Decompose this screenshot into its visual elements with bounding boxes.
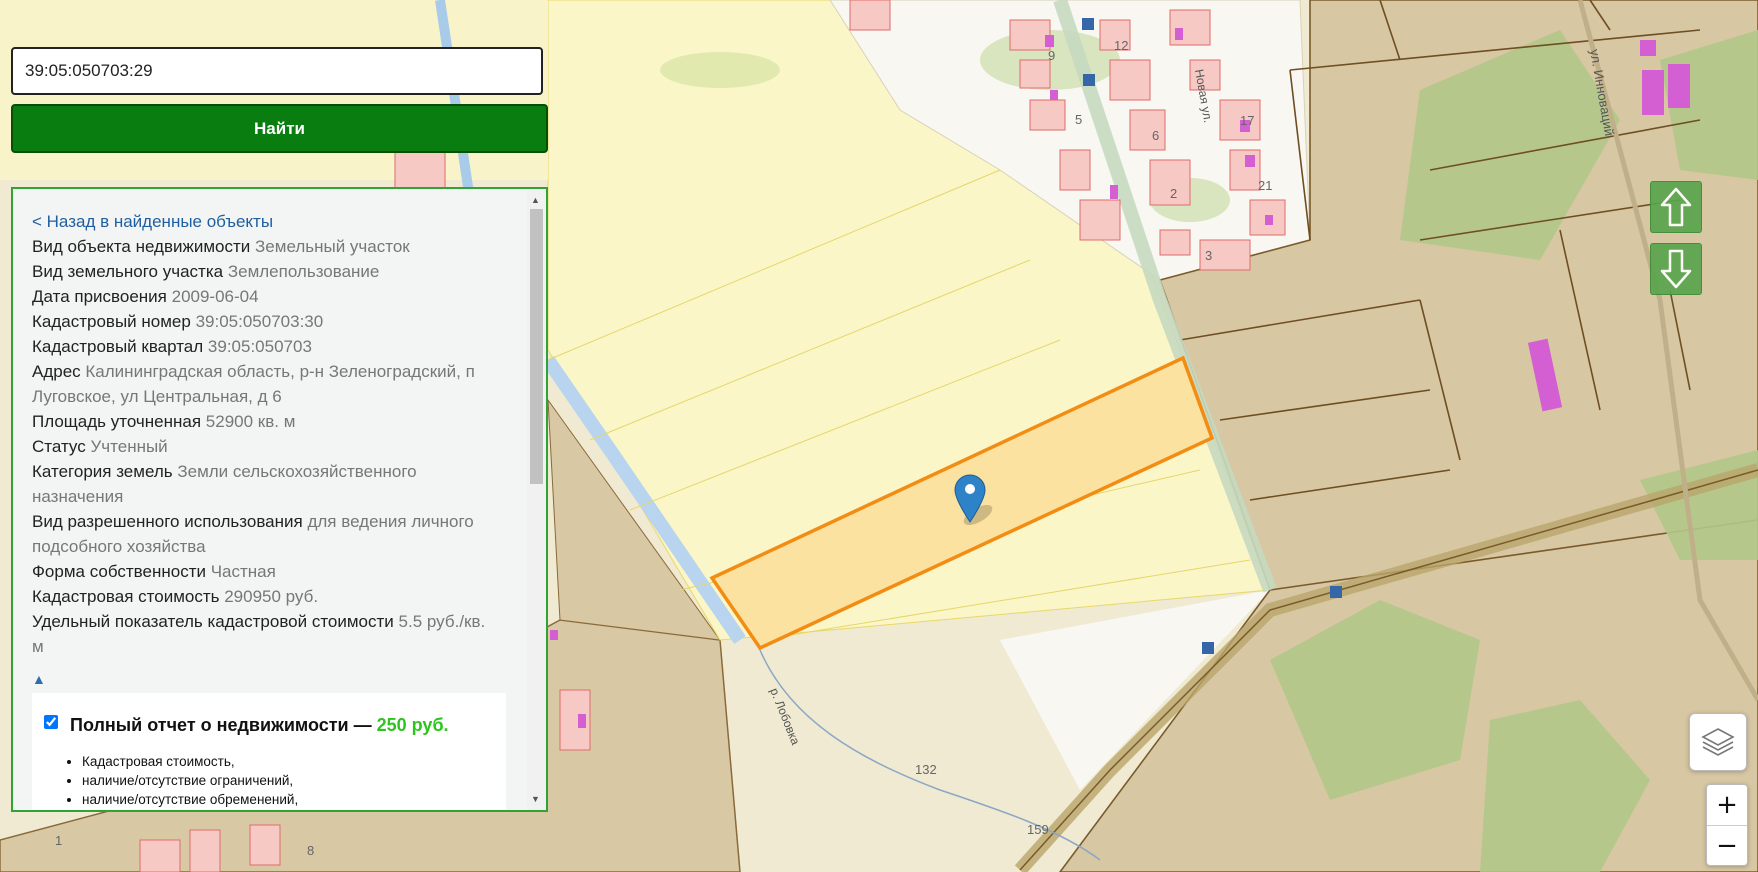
attribute-value: 52900 кв. м	[205, 412, 296, 431]
scroll-thumb[interactable]	[530, 209, 543, 484]
house-number-3: 3	[1205, 248, 1212, 263]
attribute-label: Вид объекта недвижимости	[32, 237, 251, 256]
attribute-row: Кадастровая стоимость 290950 руб.	[32, 584, 492, 609]
attribute-label: Площадь уточненная	[32, 412, 202, 431]
attribute-row: Статус Учтенный	[32, 434, 492, 459]
house-number-17: 17	[1240, 113, 1254, 128]
zoom-out-button[interactable]: −	[1707, 826, 1747, 866]
house-number-2: 2	[1170, 186, 1177, 201]
report-list-item: наличие/отсутствие ограничений,	[82, 771, 496, 790]
attribute-value: Земельный участок	[255, 237, 410, 256]
zoom-control: + −	[1706, 784, 1748, 866]
report-contents-list: Кадастровая стоимость,наличие/отсутствие…	[42, 752, 496, 810]
scroll-down-button[interactable]	[1650, 243, 1702, 295]
arrow-down-icon	[1660, 249, 1692, 289]
attribute-label: Вид разрешенного использования	[32, 512, 303, 531]
collapse-arrow-icon[interactable]: ▲	[32, 667, 492, 689]
attribute-label: Адрес	[32, 362, 81, 381]
property-attributes: Вид объекта недвижимости Земельный участ…	[32, 234, 492, 659]
report-checkbox[interactable]	[44, 715, 58, 729]
scroll-up-button[interactable]	[1650, 181, 1702, 233]
attribute-row: Кадастровый квартал 39:05:050703	[32, 334, 492, 359]
attribute-row: Кадастровый номер 39:05:050703:30	[32, 309, 492, 334]
report-list-item: - Права собственности не зарегистрирован…	[82, 809, 496, 810]
attribute-value: 2009-06-04	[171, 287, 259, 306]
attribute-value: 290950 руб.	[224, 587, 319, 606]
attribute-label: Кадастровый квартал	[32, 337, 204, 356]
lot-label-159: 159	[1027, 822, 1049, 837]
attribute-row: Площадь уточненная 52900 кв. м	[32, 409, 492, 434]
cadastral-search-input[interactable]	[11, 47, 543, 95]
house-number-1: 1	[55, 833, 62, 848]
report-title-line: Полный отчет о недвижимости — 250 руб.	[70, 713, 449, 738]
attribute-value: Учтенный	[90, 437, 168, 456]
house-number-8: 8	[307, 843, 314, 858]
house-number-12: 12	[1114, 38, 1128, 53]
zoom-in-button[interactable]: +	[1707, 785, 1747, 826]
full-report-offer: Полный отчет о недвижимости — 250 руб. К…	[32, 693, 506, 810]
report-list-item: наличие/отсутствие обременений,	[82, 790, 496, 809]
attribute-value: 39:05:050703:30	[195, 312, 324, 331]
attribute-row: Вид земельного участка Землепользование	[32, 259, 492, 284]
house-number-9: 9	[1048, 48, 1055, 63]
attribute-row: Категория земель Земли сельскохозяйствен…	[32, 459, 492, 509]
attribute-row: Вид разрешенного использования для веден…	[32, 509, 492, 559]
attribute-value: 39:05:050703	[207, 337, 312, 356]
attribute-value: Калининградская область, р-н Зеленоградс…	[32, 362, 475, 406]
attribute-value: Землепользование	[227, 262, 380, 281]
report-list-item: Кадастровая стоимость,	[82, 752, 496, 771]
attribute-row: Адрес Калининградская область, р-н Зелен…	[32, 359, 492, 409]
report-header: Полный отчет о недвижимости — 250 руб.	[42, 713, 496, 738]
attribute-label: Вид земельного участка	[32, 262, 224, 281]
attribute-row: Удельный показатель кадастровой стоимост…	[32, 609, 492, 659]
attribute-row: Вид объекта недвижимости Земельный участ…	[32, 234, 492, 259]
house-number-6: 6	[1152, 128, 1159, 143]
attribute-label: Кадастровая стоимость	[32, 587, 220, 606]
grass-patch	[660, 52, 780, 88]
layers-icon	[1701, 728, 1735, 756]
panel-scrollbar[interactable]: ▲ ▼	[527, 189, 546, 810]
attribute-label: Статус	[32, 437, 86, 456]
layers-button[interactable]	[1689, 713, 1747, 771]
attribute-row: Дата присвоения 2009-06-04	[32, 284, 492, 309]
object-info-panel[interactable]: < Назад в найденные объекты Вид объекта …	[11, 187, 548, 812]
report-title: Полный отчет о недвижимости —	[70, 715, 372, 735]
lot-label-132: 132	[915, 762, 937, 777]
report-price: 250 руб.	[376, 715, 449, 735]
attribute-value: Частная	[210, 562, 276, 581]
attribute-row: Форма собственности Частная	[32, 559, 492, 584]
attribute-label: Форма собственности	[32, 562, 206, 581]
object-info-content: < Назад в найденные объекты Вид объекта …	[32, 209, 506, 810]
house-number-5: 5	[1075, 112, 1082, 127]
attribute-label: Дата присвоения	[32, 287, 167, 306]
attribute-label: Категория земель	[32, 462, 173, 481]
scroll-down-icon[interactable]: ▼	[531, 794, 540, 804]
scroll-up-icon[interactable]: ▲	[531, 195, 540, 205]
back-to-results-link[interactable]: < Назад в найденные объекты	[32, 209, 492, 234]
attribute-label: Удельный показатель кадастровой стоимост…	[32, 612, 394, 631]
house-number-21: 21	[1258, 178, 1272, 193]
search-button[interactable]: Найти	[11, 104, 548, 153]
attribute-label: Кадастровый номер	[32, 312, 191, 331]
arrow-up-icon	[1660, 187, 1692, 227]
